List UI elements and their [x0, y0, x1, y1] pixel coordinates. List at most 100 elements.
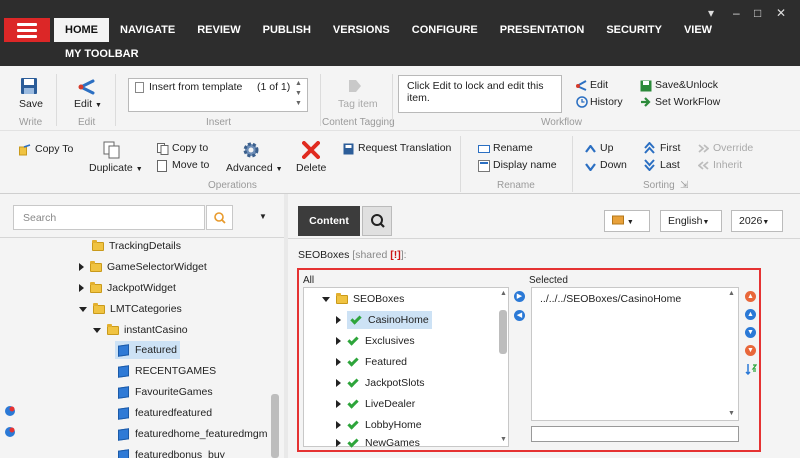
expand-icon[interactable] [336, 379, 341, 387]
edit-button[interactable]: Edit ▼ [74, 98, 102, 110]
template-scroll-up[interactable]: ▲ [295, 80, 302, 87]
expand-icon[interactable] [336, 358, 341, 366]
collapse-icon[interactable] [79, 306, 87, 312]
expand-icon[interactable] [336, 400, 341, 408]
all-list-scrollbar[interactable] [499, 310, 507, 354]
tab-home[interactable]: HOME [54, 18, 109, 42]
tab-versions[interactable]: VERSIONS [322, 18, 401, 42]
insert-template-item[interactable]: Insert from template [149, 81, 242, 93]
save-unlock-button[interactable]: Save&Unlock [655, 79, 718, 91]
move-to-bottom-button[interactable]: ▼ [745, 345, 756, 356]
tab-presentation[interactable]: PRESENTATION [489, 18, 596, 42]
selected-item[interactable]: ../../../SEOBoxes/CasinoHome [540, 290, 681, 308]
all-list-scroll-down[interactable]: ▼ [500, 436, 507, 443]
move-down-button[interactable]: Down [600, 159, 627, 171]
item-options-dropdown[interactable]: ▼ [604, 210, 650, 232]
request-translation-button[interactable]: Request Translation [358, 142, 451, 154]
tree-item-gameselectorwidget[interactable]: GameSelectorWidget [79, 258, 207, 276]
tab-search[interactable] [362, 206, 392, 236]
move-selected-down-button[interactable]: ▼ [745, 327, 756, 338]
insert-template-list[interactable]: Insert from template (1 of 1) ▲ ▼ ▼ [128, 78, 308, 112]
expand-icon[interactable] [336, 439, 341, 447]
template-expand[interactable]: ▼ [295, 100, 302, 107]
move-up-button[interactable]: Up [600, 142, 613, 154]
tree-item-trackingdetails[interactable]: TrackingDetails [92, 237, 181, 255]
tab-navigate[interactable]: NAVIGATE [109, 18, 186, 42]
advanced-button[interactable]: Advanced ▼ [226, 162, 283, 174]
rename-button[interactable]: Rename [493, 142, 533, 154]
tree-item-instantcasino[interactable]: instantCasino [93, 321, 188, 339]
tab-view[interactable]: VIEW [673, 18, 723, 42]
duplicate-button[interactable]: Duplicate ▼ [89, 162, 143, 174]
tab-publish[interactable]: PUBLISH [252, 18, 322, 42]
workflow-edit-button[interactable]: Edit [590, 79, 608, 91]
expand-icon[interactable] [79, 284, 84, 292]
sort-icon[interactable] [745, 363, 758, 378]
remove-item-button[interactable]: ◀ [514, 310, 525, 321]
list-item-lobbyhome[interactable]: LobbyHome [336, 416, 422, 434]
tab-security[interactable]: SECURITY [595, 18, 673, 42]
collapse-icon[interactable] [322, 296, 330, 302]
tab-review[interactable]: REVIEW [186, 18, 251, 42]
list-item-featured[interactable]: Featured [336, 353, 407, 371]
list-item-livedealer[interactable]: LiveDealer [336, 395, 415, 413]
list-item-newgames[interactable]: NewGames [336, 434, 420, 452]
move-first-button[interactable]: First [660, 142, 680, 154]
tree-item-featuredfeatured[interactable]: featuredfeatured [118, 404, 212, 422]
move-to-top-button[interactable]: ▲ [745, 291, 756, 302]
version-dropdown[interactable]: 2026▼ [731, 210, 783, 232]
inherit-button[interactable]: Inherit [713, 159, 742, 171]
search-button[interactable] [206, 205, 233, 230]
expand-icon[interactable] [336, 421, 341, 429]
display-name-button[interactable]: Display name [493, 159, 557, 171]
tree-item-featuredhome-featuredmgm[interactable]: featuredhome_featuredmgm [118, 425, 268, 443]
move-selected-up-button[interactable]: ▲ [745, 309, 756, 320]
tree-item-jackpotwidget[interactable]: JackpotWidget [79, 279, 176, 297]
tab-content[interactable]: Content [298, 206, 360, 236]
list-item-exclusives[interactable]: Exclusives [336, 332, 415, 350]
history-button[interactable]: History [590, 96, 623, 108]
minimize-button[interactable]: – [733, 6, 740, 20]
tree-item-featured[interactable]: Featured [115, 341, 181, 359]
delete-button[interactable]: Delete [296, 162, 326, 174]
language-dropdown[interactable]: English▼ [660, 210, 722, 232]
list-item-casinohome[interactable]: CasinoHome [336, 311, 432, 329]
group-insert: Insert [206, 117, 232, 128]
list-item-seoboxes[interactable]: SEOBoxes [322, 290, 404, 308]
expand-icon[interactable] [336, 316, 341, 324]
tab-my-toolbar[interactable]: MY TOOLBAR [54, 42, 150, 66]
menu-button[interactable] [4, 18, 50, 42]
selected-list-scroll-down[interactable]: ▼ [728, 410, 735, 417]
sorting-expand-icon[interactable]: ⇲ [680, 180, 688, 191]
all-items-list[interactable]: SEOBoxes CasinoHome Exclusives Featured … [303, 287, 509, 449]
expand-icon[interactable] [79, 263, 84, 271]
collapse-icon[interactable] [93, 327, 101, 333]
copy-to-button[interactable]: Copy to [172, 142, 208, 154]
search-options-dropdown[interactable]: ▼ [259, 212, 267, 221]
set-workflow-button[interactable]: Set WorkFlow [655, 96, 720, 108]
selected-items-list[interactable]: ../../../SEOBoxes/CasinoHome ▲ ▼ [531, 287, 739, 421]
selected-list-scroll-up[interactable]: ▲ [728, 290, 735, 297]
selected-item-path-field[interactable] [531, 426, 739, 442]
tree-scrollbar[interactable] [271, 394, 279, 458]
tree-item-lmtcategories[interactable]: LMTCategories [79, 300, 182, 318]
tag-item-button[interactable]: Tag item [338, 98, 378, 110]
expand-icon[interactable] [336, 337, 341, 345]
move-last-button[interactable]: Last [660, 159, 680, 171]
close-button[interactable]: ✕ [776, 6, 786, 20]
template-scroll-down[interactable]: ▼ [295, 90, 302, 97]
tree-item-recentgames[interactable]: RECENTGAMES [118, 362, 216, 380]
tree-item-favouritegames[interactable]: FavouriteGames [118, 383, 213, 401]
override-button[interactable]: Override [713, 142, 753, 154]
tab-configure[interactable]: CONFIGURE [401, 18, 489, 42]
window-dropdown-button[interactable]: ▾ [708, 6, 714, 20]
tree-item-featuredbonus-buy[interactable]: featuredbonus_buy [118, 446, 225, 458]
add-item-button[interactable]: ▶ [514, 291, 525, 302]
move-to-button[interactable]: Move to [172, 159, 209, 171]
all-list-scroll-up[interactable]: ▲ [500, 290, 507, 297]
maximize-button[interactable]: □ [754, 6, 761, 20]
save-button[interactable]: Save [19, 98, 43, 110]
search-input[interactable]: Search [13, 205, 205, 230]
copy-to-left-button[interactable]: Copy To [35, 143, 73, 155]
list-item-jackpotslots[interactable]: JackpotSlots [336, 374, 425, 392]
